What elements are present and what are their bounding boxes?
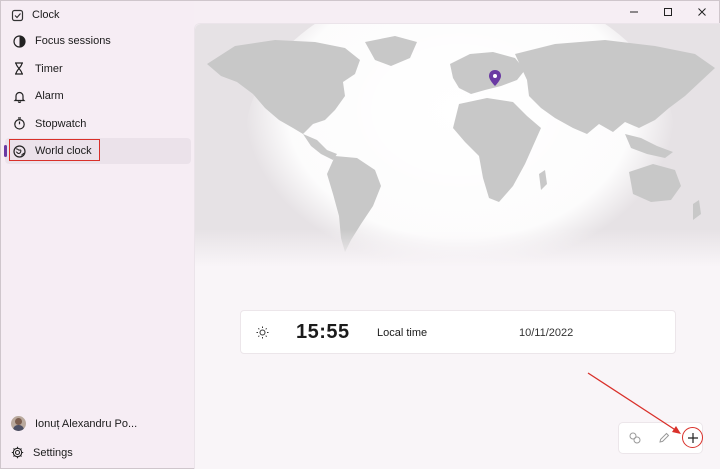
avatar bbox=[11, 416, 26, 431]
settings-button[interactable]: Settings bbox=[11, 446, 73, 459]
sidebar-item-label: Alarm bbox=[35, 90, 64, 102]
bell-icon bbox=[12, 89, 26, 103]
close-button[interactable] bbox=[685, 1, 719, 23]
clock-date: 10/11/2022 bbox=[519, 327, 574, 339]
sidebar-item-label: Focus sessions bbox=[35, 35, 111, 47]
app-title-text: Clock bbox=[32, 9, 60, 21]
close-icon bbox=[698, 8, 706, 16]
maximize-button[interactable] bbox=[651, 1, 685, 23]
clock-label: Local time bbox=[377, 327, 428, 339]
sidebar-item-label: Timer bbox=[35, 62, 63, 75]
stopwatch-icon bbox=[12, 117, 26, 131]
globe-icon bbox=[12, 144, 26, 158]
clock-window: Clock Focus sessions Timer Alarm Stopwat… bbox=[0, 0, 720, 469]
edit-button[interactable] bbox=[656, 430, 672, 446]
profile-button[interactable]: Ionuț Alexandru Po... bbox=[11, 416, 137, 431]
sidebar-nav: Focus sessions Timer Alarm Stopwatch Wor… bbox=[4, 28, 191, 166]
focus-icon bbox=[12, 34, 26, 48]
sidebar-item-stopwatch[interactable]: Stopwatch bbox=[5, 111, 191, 137]
window-controls bbox=[617, 1, 719, 23]
compare-icon bbox=[629, 432, 641, 444]
world-map[interactable] bbox=[195, 24, 720, 267]
profile-name: Ionuț Alexandru Po... bbox=[35, 417, 138, 430]
gear-icon bbox=[11, 446, 24, 459]
sidebar-item-world-clock[interactable]: World clock bbox=[4, 138, 191, 164]
world-clock-toolbar bbox=[618, 422, 703, 454]
sun-icon bbox=[256, 326, 269, 339]
maximize-icon bbox=[664, 8, 672, 16]
clock-time: 15:55 bbox=[296, 321, 350, 343]
sidebar-item-label: Stopwatch bbox=[35, 117, 87, 130]
sidebar-item-alarm[interactable]: Alarm bbox=[5, 83, 191, 109]
minimize-icon bbox=[630, 11, 638, 13]
add-city-button[interactable] bbox=[682, 427, 703, 448]
compare-button[interactable] bbox=[627, 430, 643, 446]
edit-icon bbox=[659, 432, 670, 443]
annotation-highlight-circle bbox=[682, 427, 703, 448]
sidebar: Clock Focus sessions Timer Alarm Stopwat… bbox=[1, 1, 194, 468]
minimize-button[interactable] bbox=[617, 1, 651, 23]
world-clock-page: 15:55 Local time 10/11/2022 bbox=[194, 23, 720, 469]
sidebar-item-focus-sessions[interactable]: Focus sessions bbox=[5, 28, 191, 54]
local-time-card[interactable]: 15:55 Local time 10/11/2022 bbox=[240, 310, 676, 354]
clock-app-icon bbox=[11, 9, 24, 21]
settings-label: Settings bbox=[33, 446, 73, 459]
app-title: Clock bbox=[11, 6, 60, 24]
hourglass-icon bbox=[12, 62, 26, 76]
sidebar-item-label: World clock bbox=[35, 145, 92, 157]
sidebar-item-timer[interactable]: Timer bbox=[5, 56, 191, 82]
